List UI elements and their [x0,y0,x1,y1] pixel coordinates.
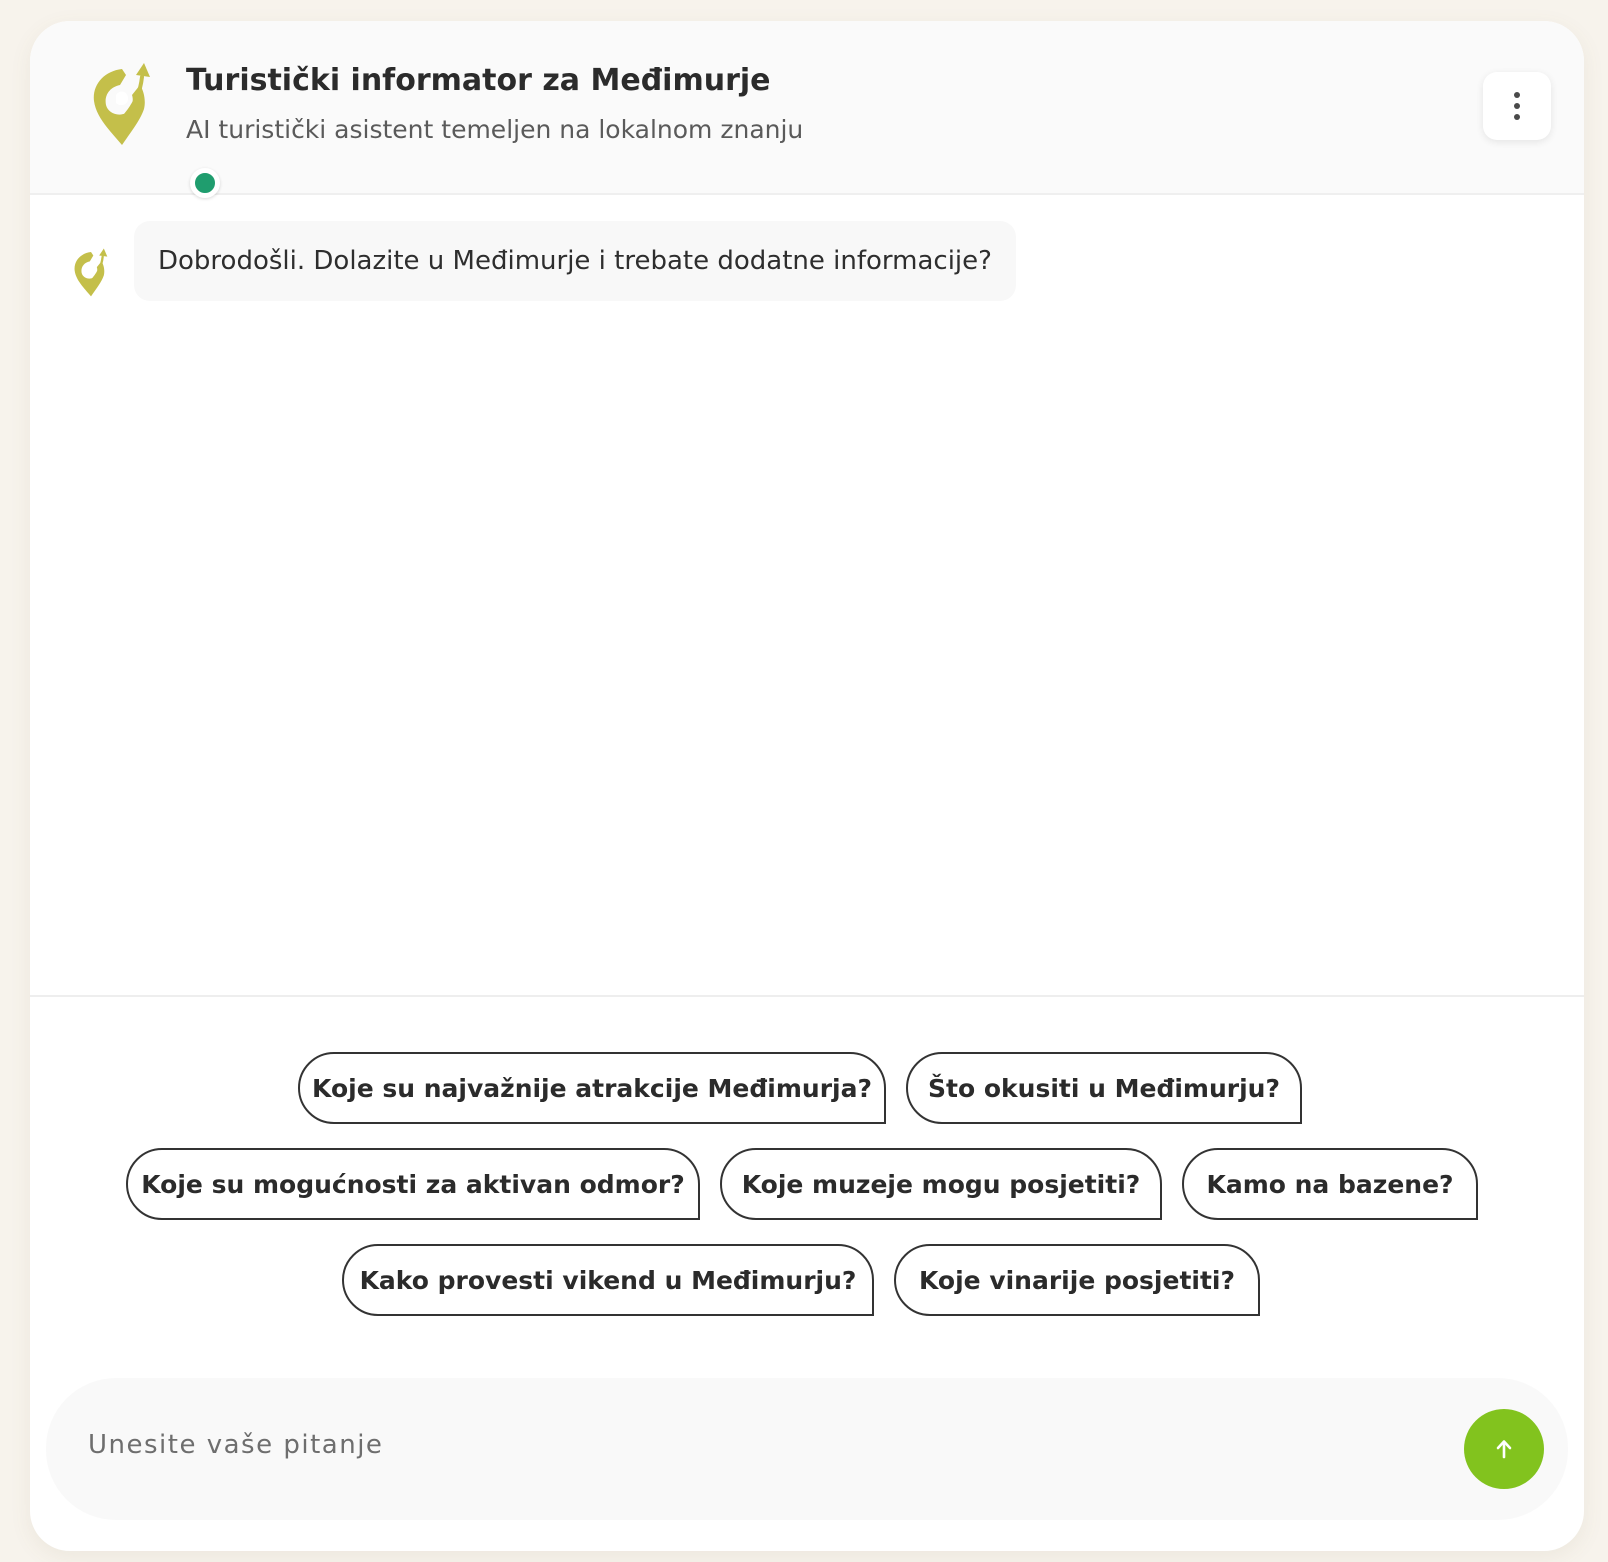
suggestion-chip[interactable]: Koje su najvažnije atrakcije Međimurja? [298,1052,886,1124]
arrow-up-icon [1496,1440,1512,1459]
online-dot-icon [190,168,220,198]
kebab-menu-icon [1514,92,1520,120]
suggestion-chip[interactable]: Što okusiti u Međimurju? [906,1052,1302,1124]
map-pin-arrow-icon [93,63,150,145]
question-input[interactable] [86,1416,1390,1474]
message-list: Dobrodošli. Dolazite u Međimurje i treba… [30,195,1584,995]
message-composer [46,1378,1568,1520]
section-divider [30,995,1584,997]
chat-window: Turistički informator za Međimurje AI tu… [30,21,1584,1551]
chat-header: Turistički informator za Međimurje AI tu… [30,21,1584,198]
assistant-avatar [70,247,112,299]
chat-title: Turistički informator za Međimurje [186,63,771,98]
more-options-button[interactable] [1483,72,1551,140]
send-button[interactable] [1464,1409,1544,1489]
map-pin-arrow-icon [74,248,108,297]
suggestion-chip[interactable]: Koje vinarije posjetiti? [894,1244,1260,1316]
suggestion-chip[interactable]: Kamo na bazene? [1182,1148,1478,1220]
assistant-message: Dobrodošli. Dolazite u Međimurje i treba… [134,221,1016,301]
suggestion-chip[interactable]: Kako provesti vikend u Međimurju? [342,1244,874,1316]
chat-subtitle: AI turistički asistent temeljen na lokal… [186,115,804,144]
suggestion-chip[interactable]: Koje su mogućnosti za aktivan odmor? [126,1148,700,1220]
suggestion-chip[interactable]: Koje muzeje mogu posjetiti? [720,1148,1162,1220]
brand-logo [86,61,220,198]
